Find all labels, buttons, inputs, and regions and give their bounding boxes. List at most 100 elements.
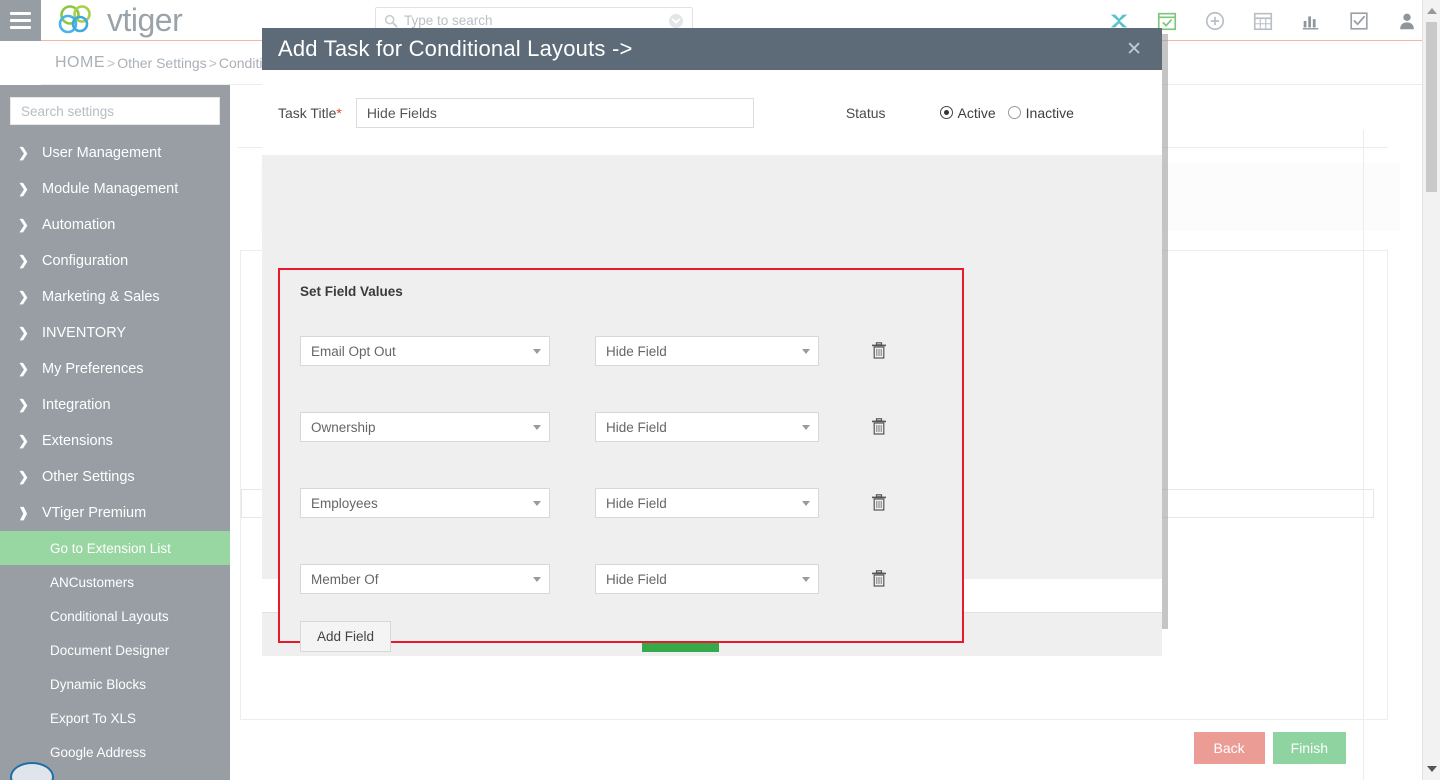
checkbox-icon[interactable] — [1348, 10, 1370, 32]
settings-search-box[interactable] — [10, 97, 220, 125]
chevron-down-icon — [533, 425, 541, 430]
trash-icon[interactable] — [871, 570, 887, 588]
set-field-values-section: Set Field Values Email Opt Out Hide Fiel… — [278, 268, 964, 652]
breadcrumb-home[interactable]: HOME — [55, 54, 105, 72]
status-label: Status — [845, 104, 886, 121]
field-select-2[interactable]: Ownership — [300, 412, 550, 442]
sidebar-item-configuration[interactable]: ❯ Configuration — [0, 243, 230, 279]
hamburger-bar — [10, 11, 31, 15]
field-select-3[interactable]: Employees — [300, 488, 550, 518]
chevron-down-circle-icon[interactable] — [668, 13, 684, 29]
scrollbar-thumb[interactable] — [1426, 22, 1437, 192]
action-select-3[interactable]: Hide Field — [595, 488, 819, 518]
hamburger-bar — [10, 18, 31, 22]
status-option-label: Inactive — [1025, 104, 1074, 121]
chevron-right-icon: ❯ — [18, 397, 29, 412]
modal-title: Add Task for Conditional Layouts -> — [278, 36, 633, 61]
sidebar-item-label: Configuration — [42, 253, 129, 269]
chevron-right-icon: ❯ — [18, 433, 29, 448]
field-row: Employees Hide Field — [300, 465, 942, 541]
finish-button[interactable]: Finish — [1272, 732, 1346, 764]
field-select-1[interactable]: Email Opt Out — [300, 336, 550, 366]
chevron-right-icon: ❯ — [18, 145, 29, 160]
add-field-button[interactable]: Add Field — [300, 621, 392, 652]
sidebar-subitem-label: Export To XLS — [50, 710, 137, 726]
global-search-input[interactable] — [398, 13, 668, 28]
sidebar-item-other-settings[interactable]: ❯ Other Settings — [0, 459, 230, 495]
action-select-4[interactable]: Hide Field — [595, 564, 819, 594]
brand-logo[interactable]: vtiger — [41, 4, 183, 36]
calendar-icon[interactable] — [1252, 10, 1274, 32]
radio-button-selected-icon — [939, 106, 953, 119]
modal-header: Add Task for Conditional Layouts -> ✕ — [262, 28, 1162, 70]
field-row: Ownership Hide Field — [300, 389, 942, 465]
sidebar-item-vtiger-premium[interactable]: ❱ VTiger Premium — [0, 495, 230, 531]
status-group: Status Active Inactive — [846, 105, 1074, 121]
breadcrumb-item-other-settings[interactable]: Other Settings — [117, 55, 207, 71]
action-select-value: Hide Field — [606, 571, 667, 587]
field-row: Email Opt Out Hide Field — [300, 313, 942, 389]
sidebar-item-user-management[interactable]: ❯ User Management — [0, 135, 230, 171]
hamburger-menu-icon[interactable] — [0, 0, 41, 41]
status-radio-inactive[interactable]: Inactive — [1007, 104, 1074, 121]
sidebar-item-integration[interactable]: ❯ Integration — [0, 387, 230, 423]
task-title-input[interactable] — [355, 97, 754, 128]
chevron-down-icon — [802, 425, 810, 430]
status-radio-active[interactable]: Active — [939, 104, 996, 121]
trash-icon[interactable] — [871, 342, 887, 360]
action-select-value: Hide Field — [606, 419, 667, 435]
bar-chart-icon[interactable] — [1300, 10, 1322, 32]
trash-icon[interactable] — [871, 418, 887, 436]
sidebar-item-marketing-sales[interactable]: ❯ Marketing & Sales — [0, 279, 230, 315]
task-title-label-text: Task Title — [278, 104, 337, 121]
sidebar-subitem-conditional-layouts[interactable]: Conditional Layouts — [0, 599, 230, 633]
user-icon[interactable] — [1396, 10, 1418, 32]
sidebar-subitem-export-to-xls[interactable]: Export To XLS — [0, 701, 230, 735]
chevron-down-icon — [533, 501, 541, 506]
sidebar-item-extensions[interactable]: ❯ Extensions — [0, 423, 230, 459]
page-scrollbar[interactable] — [1422, 0, 1440, 780]
sidebar-item-label: My Preferences — [42, 361, 144, 377]
action-select-1[interactable]: Hide Field — [595, 336, 819, 366]
radio-button-icon — [1007, 106, 1021, 119]
chevron-down-icon: ❱ — [18, 505, 29, 520]
sidebar-item-label: INVENTORY — [42, 325, 127, 341]
chevron-down-icon — [533, 577, 541, 582]
chevron-down-icon — [802, 349, 810, 354]
trash-icon[interactable] — [871, 494, 887, 512]
sidebar-subitem-ancustomers[interactable]: ANCustomers — [0, 565, 230, 599]
breadcrumb-separator: > — [107, 54, 116, 71]
settings-sidebar: ❯ User Management ❯ Module Management ❯ … — [0, 85, 230, 780]
plus-circle-icon[interactable] — [1204, 10, 1226, 32]
hamburger-bar — [10, 25, 31, 29]
close-icon[interactable]: ✕ — [1120, 38, 1148, 61]
sidebar-item-my-preferences[interactable]: ❯ My Preferences — [0, 351, 230, 387]
settings-search-input[interactable] — [21, 103, 209, 119]
sidebar-subitem-go-to-extension-list[interactable]: Go to Extension List — [0, 531, 230, 565]
sidebar-item-label: Extensions — [42, 433, 113, 449]
back-button[interactable]: Back — [1193, 732, 1265, 764]
chevron-right-icon: ❯ — [18, 217, 29, 232]
sidebar-item-label: Automation — [42, 217, 116, 233]
breadcrumb-separator: > — [208, 54, 217, 71]
set-field-values-title: Set Field Values — [300, 284, 403, 299]
task-title-label: Task Title* — [278, 105, 342, 121]
action-select-2[interactable]: Hide Field — [595, 412, 819, 442]
sidebar-item-inventory[interactable]: ❯ INVENTORY — [0, 315, 230, 351]
modal-top-form: Task Title* Status Active Inactive — [262, 70, 1162, 155]
sidebar-item-label: User Management — [42, 145, 162, 161]
sidebar-item-label: Other Settings — [42, 469, 135, 485]
scroll-down-arrow-icon[interactable] — [1427, 766, 1437, 772]
sidebar-subitem-dynamic-blocks[interactable]: Dynamic Blocks — [0, 667, 230, 701]
chevron-down-icon — [802, 501, 810, 506]
sidebar-subitem-document-designer[interactable]: Document Designer — [0, 633, 230, 667]
status-option-label: Active — [957, 104, 996, 121]
sidebar-subitem-label: ANCustomers — [50, 574, 135, 590]
sidebar-item-label: Module Management — [42, 181, 179, 197]
sidebar-item-module-management[interactable]: ❯ Module Management — [0, 171, 230, 207]
field-select-value: Employees — [311, 495, 378, 511]
sidebar-item-automation[interactable]: ❯ Automation — [0, 207, 230, 243]
scroll-up-arrow-icon[interactable] — [1427, 8, 1437, 14]
chevron-right-icon: ❯ — [18, 325, 29, 340]
field-select-4[interactable]: Member Of — [300, 564, 550, 594]
